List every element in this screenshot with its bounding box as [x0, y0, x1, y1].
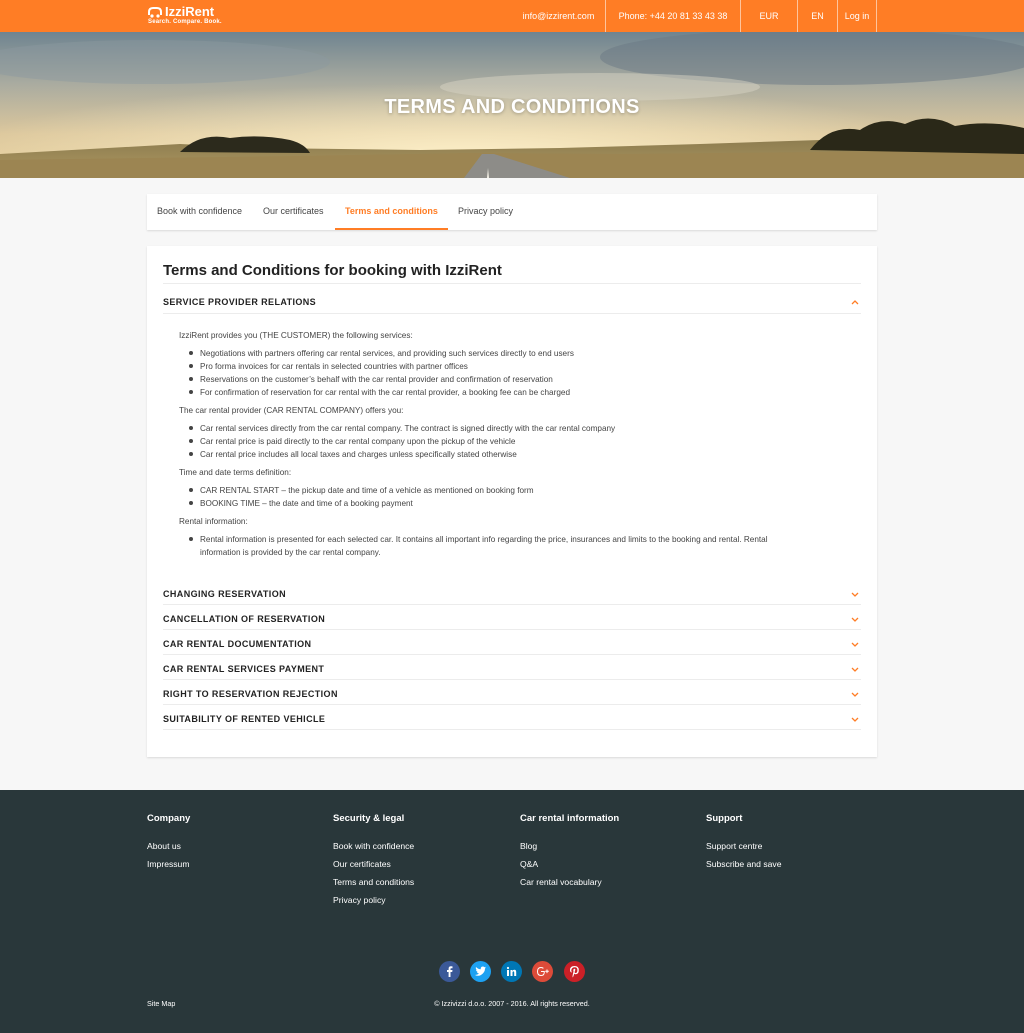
footer-column-title: Security & legal: [333, 813, 405, 824]
chevron-down-icon: [851, 692, 859, 697]
bullet: [189, 351, 193, 355]
paragraph: Time and date terms definition:: [179, 468, 292, 477]
tab-terms-and-conditions[interactable]: Terms and conditions: [335, 194, 448, 230]
tab-privacy-policy[interactable]: Privacy policy: [448, 194, 523, 230]
footer: Company About us Impressum Security & le…: [0, 790, 1024, 1033]
divider: [163, 654, 861, 655]
footer-link-blog[interactable]: Blog: [520, 841, 537, 851]
footer-link-book-with-confidence[interactable]: Book with confidence: [333, 841, 414, 851]
phone-link[interactable]: Phone: +44 20 81 33 43 38: [605, 0, 740, 32]
bullet: [189, 390, 193, 394]
tab-book-with-confidence[interactable]: Book with confidence: [147, 194, 252, 230]
footer-column-title: Support: [706, 813, 743, 824]
paragraph: IzziRent provides you (THE CUSTOMER) the…: [179, 331, 413, 340]
list-item: Reservations on the customer’s behalf wi…: [200, 375, 553, 384]
accordion-title: SUITABILITY OF RENTED VEHICLE: [163, 714, 326, 724]
list-item: CAR RENTAL START – the pickup date and t…: [200, 486, 534, 495]
footer-link-subscribe-and-save[interactable]: Subscribe and save: [706, 859, 781, 869]
divider: [163, 729, 861, 730]
list-item-continuation: information is provided by the car renta…: [200, 548, 381, 557]
divider: [163, 604, 861, 605]
car-logo-icon: [148, 7, 162, 18]
footer-link-car-rental-vocabulary[interactable]: Car rental vocabulary: [520, 877, 602, 887]
copyright: © Izzivizzi d.o.o. 2007 - 2016. All righ…: [434, 999, 590, 1008]
login-link[interactable]: Log in: [837, 0, 877, 32]
list-item: Rental information is presented for each…: [200, 535, 768, 544]
email-link[interactable]: info@izzirent.com: [512, 0, 605, 32]
facebook-icon[interactable]: [439, 961, 460, 982]
list-item: Pro forma invoices for car rentals in se…: [200, 362, 468, 371]
google-plus-icon[interactable]: [532, 961, 553, 982]
footer-link-privacy-policy[interactable]: Privacy policy: [333, 895, 386, 905]
list-item: BOOKING TIME – the date and time of a bo…: [200, 499, 413, 508]
footer-link-our-certificates[interactable]: Our certificates: [333, 859, 391, 869]
subnav-tabs: Book with confidence Our certificates Te…: [147, 194, 877, 230]
accordion-service-provider-relations[interactable]: SERVICE PROVIDER RELATIONS: [163, 290, 861, 315]
language-selector[interactable]: EN: [797, 0, 837, 32]
pinterest-icon[interactable]: [564, 961, 585, 982]
bullet: [189, 501, 193, 505]
bullet: [189, 377, 193, 381]
divider: [163, 313, 861, 314]
footer-link-terms-and-conditions[interactable]: Terms and conditions: [333, 877, 414, 887]
bullet: [189, 439, 193, 443]
chevron-down-icon: [851, 717, 859, 722]
footer-link-about-us[interactable]: About us: [147, 841, 181, 851]
accordion-title: SERVICE PROVIDER RELATIONS: [163, 297, 317, 307]
list-item: Car rental price is paid directly to the…: [200, 437, 516, 446]
footer-link-qa[interactable]: Q&A: [520, 859, 538, 869]
bullet: [189, 426, 193, 430]
logo-name: IzziRent: [165, 4, 215, 19]
bullet: [189, 452, 193, 456]
terms-card: Terms and Conditions for booking with Iz…: [147, 246, 877, 757]
terms-heading: Terms and Conditions for booking with Iz…: [163, 262, 502, 279]
chevron-down-icon: [851, 642, 859, 647]
logo-tagline: Search. Compare. Book.: [148, 19, 222, 25]
page-title: TERMS AND CONDITIONS: [384, 96, 640, 118]
chevron-up-icon: [851, 300, 859, 305]
bullet: [189, 537, 193, 541]
currency-selector[interactable]: EUR: [740, 0, 797, 32]
footer-column-title: Company: [147, 813, 191, 824]
hero-banner: TERMS AND CONDITIONS: [0, 32, 1024, 178]
footer-link-support-centre[interactable]: Support centre: [706, 841, 762, 851]
accordion-title: CAR RENTAL DOCUMENTATION: [163, 639, 312, 649]
accordion-title: CAR RENTAL SERVICES PAYMENT: [163, 664, 325, 674]
chevron-down-icon: [851, 592, 859, 597]
chevron-down-icon: [851, 667, 859, 672]
top-bar: IzziRent Search. Compare. Book. info@izz…: [0, 0, 1024, 32]
accordion-title: RIGHT TO RESERVATION REJECTION: [163, 689, 338, 699]
bullet: [189, 364, 193, 368]
linkedin-icon[interactable]: [501, 961, 522, 982]
list-item: Car rental services directly from the ca…: [200, 424, 616, 433]
tab-our-certificates[interactable]: Our certificates: [253, 194, 334, 230]
paragraph: The car rental provider (CAR RENTAL COMP…: [179, 406, 404, 415]
footer-link-impressum[interactable]: Impressum: [147, 859, 190, 869]
paragraph: Rental information:: [179, 517, 248, 526]
list-item: For confirmation of reservation for car …: [200, 388, 570, 397]
bullet: [189, 488, 193, 492]
list-item: Negotiations with partners offering car …: [200, 349, 574, 358]
divider: [163, 283, 861, 284]
divider: [163, 679, 861, 680]
footer-column-title: Car rental information: [520, 813, 620, 824]
accordion-title: CANCELLATION OF RESERVATION: [163, 614, 326, 624]
divider: [163, 704, 861, 705]
twitter-icon[interactable]: [470, 961, 491, 982]
chevron-down-icon: [851, 617, 859, 622]
accordion-title: CHANGING RESERVATION: [163, 589, 287, 599]
list-item: Car rental price includes all local taxe…: [200, 450, 517, 459]
divider: [163, 629, 861, 630]
